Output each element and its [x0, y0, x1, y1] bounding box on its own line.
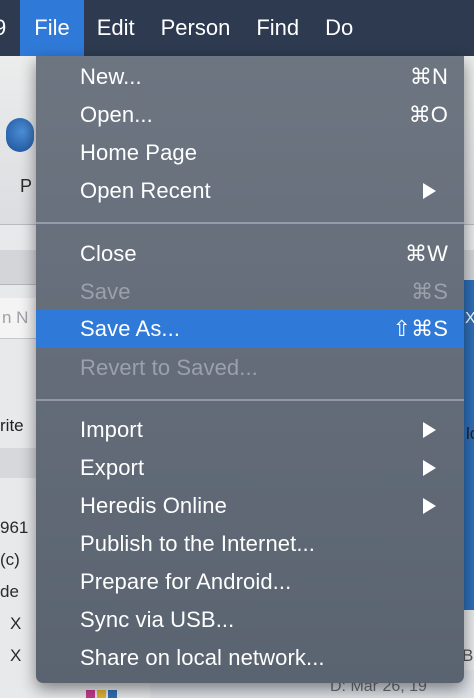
menu-item-export[interactable]: Export: [36, 449, 464, 487]
search-placeholder-fragment: n N: [2, 308, 29, 327]
color-swatches: [86, 690, 117, 698]
menu-item-open-recent[interactable]: Open Recent: [36, 172, 464, 210]
menu-item-publish-to-internet[interactable]: Publish to the Internet...: [36, 525, 464, 563]
app-toolbar-icon: [6, 118, 34, 152]
list-item: de: [0, 582, 19, 601]
menubar-item-file[interactable]: File: [20, 0, 84, 56]
menu-item-label: Sync via USB...: [80, 607, 235, 632]
submenu-arrow-icon: [423, 460, 436, 476]
menu-item-label: Close: [80, 241, 137, 266]
shortcut-label: ⌘W: [405, 241, 448, 266]
submenu-arrow-icon: [423, 422, 436, 438]
menu-item-label: Save: [80, 279, 131, 304]
shortcut-label: ⌘O: [408, 102, 448, 127]
write-label-fragment: rite: [0, 416, 24, 435]
menu-item-label: Export: [80, 455, 145, 480]
file-menu: New... ⌘N Open... ⌘O Home Page Open Rece…: [36, 56, 464, 683]
menu-item-label: New...: [80, 64, 142, 89]
right-label-fragment: lc: [466, 424, 474, 443]
list-item: 961: [0, 518, 29, 537]
menu-item-label: Publish to the Internet...: [80, 531, 315, 556]
menu-item-label: Revert to Saved...: [80, 355, 258, 380]
menu-item-label: Prepare for Android...: [80, 569, 292, 594]
menubar-item-find[interactable]: Find: [243, 0, 312, 56]
shortcut-label: ⇧⌘S: [392, 316, 448, 341]
menu-item-sync-via-usb[interactable]: Sync via USB...: [36, 601, 464, 639]
menubar-item-person[interactable]: Person: [148, 0, 244, 56]
menu-item-label: Open Recent: [80, 178, 211, 203]
list-item: (c): [0, 550, 20, 569]
close-fragment: X: [465, 310, 474, 327]
menu-item-heredis-online[interactable]: Heredis Online: [36, 487, 464, 525]
shortcut-label: ⌘N: [409, 64, 448, 89]
submenu-arrow-icon: [423, 498, 436, 514]
menu-separator: [36, 222, 464, 224]
list-item: X: [10, 614, 22, 633]
list-header-band: [0, 448, 36, 478]
menu-item-label: Import: [80, 417, 143, 442]
menu-item-save-as[interactable]: Save As... ⇧⌘S: [36, 310, 464, 348]
menu-item-open[interactable]: Open... ⌘O: [36, 96, 464, 134]
menu-item-revert-to-saved: Revert to Saved...: [36, 349, 464, 387]
menu-separator: [36, 399, 464, 401]
menu-item-close[interactable]: Close ⌘W: [36, 235, 464, 273]
menu-item-label: Heredis Online: [80, 493, 227, 518]
list-item: X: [10, 646, 22, 665]
menu-item-home-page[interactable]: Home Page: [36, 134, 464, 172]
menubar-item-partial[interactable]: 9: [0, 0, 20, 56]
menubar-item-edit[interactable]: Edit: [84, 0, 148, 56]
toolbar-label-fragment: P: [20, 176, 33, 196]
menubar: 9 File Edit Person Find Do: [0, 0, 474, 56]
submenu-arrow-icon: [423, 183, 436, 199]
menu-item-label: Share on local network...: [80, 645, 325, 670]
menu-item-label: Open...: [80, 102, 153, 127]
screen: P n N X rite lc 961 (c) de X X D: Mar 26…: [0, 0, 474, 698]
menubar-item-do[interactable]: Do: [312, 0, 366, 56]
menu-item-label: Home Page: [80, 140, 198, 165]
menu-item-share-on-local-network[interactable]: Share on local network...: [36, 639, 464, 677]
menu-item-save: Save ⌘S: [36, 273, 464, 311]
menu-item-new[interactable]: New... ⌘N: [36, 58, 464, 96]
menu-item-prepare-for-android[interactable]: Prepare for Android...: [36, 563, 464, 601]
menu-item-import[interactable]: Import: [36, 411, 464, 449]
shortcut-label: ⌘S: [411, 279, 448, 304]
menu-item-label: Save As...: [80, 316, 181, 341]
